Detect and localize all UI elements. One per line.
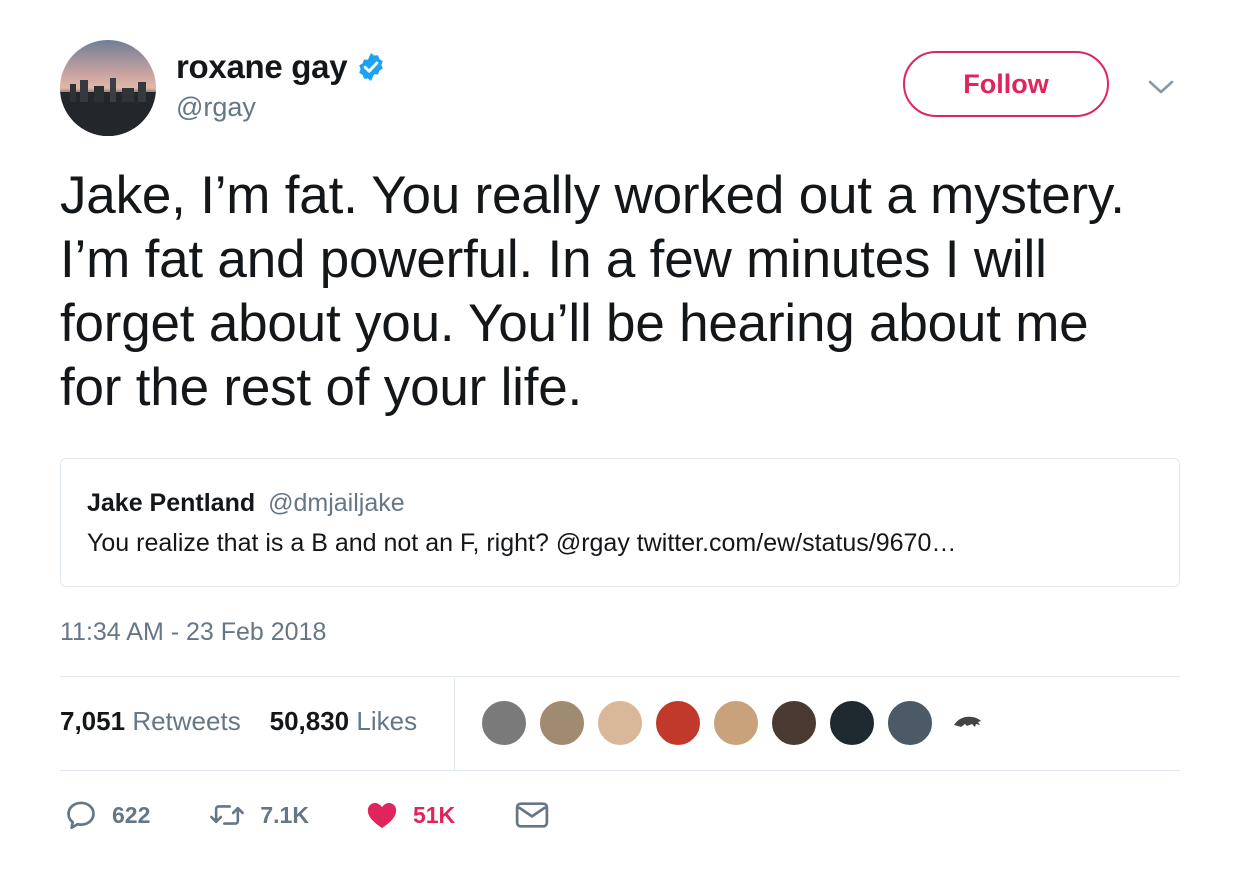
retweet-icon [210, 805, 245, 825]
liker-avatar[interactable] [770, 699, 818, 747]
like-count: 51K [412, 801, 456, 828]
quoted-author-handle: @dmjailjake [268, 489, 405, 517]
liker-avatars [480, 699, 1002, 747]
tweet-actions: 622 7.1K 51K [64, 798, 549, 832]
liker-avatar[interactable] [538, 699, 586, 747]
reply-button[interactable]: 622 [64, 798, 150, 832]
likes-stat[interactable]: 50,830 Likes [270, 706, 417, 736]
quoted-tweet-header: Jake Pentland @dmjailjake [87, 489, 405, 518]
retweets-count: 7,051 [60, 706, 126, 736]
follow-button[interactable]: Follow [903, 51, 1109, 117]
author-name-row: roxane gay [176, 48, 387, 86]
envelope-icon [515, 802, 549, 828]
quoted-tweet-text: You realize that is a B and not an F, ri… [87, 529, 957, 557]
liker-avatar[interactable] [828, 699, 876, 747]
reply-icon [67, 801, 95, 830]
liker-avatar[interactable] [480, 699, 528, 747]
heart-icon [367, 802, 397, 829]
author-handle[interactable]: @rgay [176, 92, 256, 123]
liker-avatar[interactable] [944, 699, 992, 747]
tweet-stats: 7,051 Retweets 50,830 Likes [60, 706, 417, 737]
stats-divider [454, 678, 455, 770]
quoted-author-name: Jake Pentland [87, 489, 256, 517]
liker-avatar[interactable] [596, 699, 644, 747]
reply-count: 622 [112, 801, 151, 828]
retweets-stat[interactable]: 7,051 Retweets [60, 706, 248, 736]
chevron-down-icon[interactable] [1146, 76, 1176, 98]
quoted-tweet-card[interactable]: Jake Pentland @dmjailjake You realize th… [60, 458, 1180, 587]
divider [60, 676, 1180, 677]
divider [60, 770, 1180, 771]
likes-count: 50,830 [269, 706, 350, 736]
like-button[interactable]: 51K [365, 798, 455, 832]
tweet-view: roxane gay @rgay Follow Jake, I’m fat. Y… [0, 0, 1244, 880]
liker-avatar[interactable] [886, 699, 934, 747]
liker-avatar[interactable] [712, 699, 760, 747]
retweet-count: 7.1K [260, 801, 309, 828]
tweet-text: Jake, I’m fat. You really worked out a m… [60, 166, 1125, 417]
retweet-button[interactable]: 7.1K [208, 798, 309, 832]
author-display-name[interactable]: roxane gay [176, 48, 348, 86]
likes-label: Likes [356, 706, 418, 736]
verified-badge-icon [359, 53, 383, 81]
liker-avatar[interactable] [654, 699, 702, 747]
direct-message-button[interactable] [515, 800, 549, 830]
author-avatar[interactable] [60, 40, 156, 136]
retweets-label: Retweets [132, 706, 241, 736]
tweet-timestamp[interactable]: 11:34 AM - 23 Feb 2018 [60, 618, 326, 647]
